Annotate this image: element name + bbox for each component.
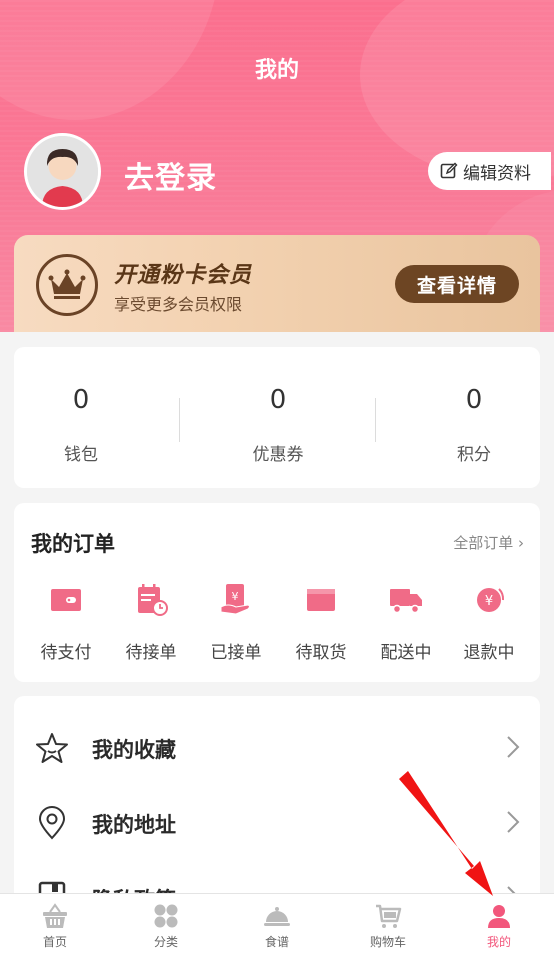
menu-label: 我的地址 — [92, 813, 176, 837]
order-label: 待支付 — [40, 643, 92, 663]
menu-card: 我的收藏 我的地址 隐私政策 — [14, 696, 540, 916]
star-icon — [36, 733, 68, 763]
chevron-right-icon — [507, 736, 520, 758]
hand-receipt-icon: ¥ — [220, 584, 250, 615]
stat-wallet[interactable]: 0 钱包 — [16, 347, 146, 488]
avatar[interactable] — [24, 133, 101, 210]
avatar-icon — [27, 136, 98, 207]
stat-coupons[interactable]: 0 优惠券 — [213, 347, 343, 488]
order-accepted[interactable]: ¥ 已接单 — [193, 581, 279, 671]
grid-icon — [154, 904, 178, 928]
truck-icon — [390, 589, 422, 614]
refund-yen-icon: ¥ — [477, 588, 505, 612]
tab-mine[interactable]: 我的 — [444, 894, 554, 955]
divider — [375, 398, 376, 442]
order-delivering[interactable]: 配送中 — [363, 581, 449, 671]
stat-label: 优惠券 — [252, 445, 304, 465]
edit-profile-label: 编辑资料 — [463, 163, 531, 184]
order-label: 已接单 — [210, 643, 262, 663]
vip-subtitle: 享受更多会员权限 — [114, 295, 243, 314]
tab-label: 分类 — [153, 935, 178, 949]
edit-profile-button[interactable]: 编辑资料 — [428, 152, 551, 190]
divider — [179, 398, 180, 442]
tab-recipes[interactable]: 食谱 — [222, 894, 332, 955]
svg-text:¥: ¥ — [485, 594, 493, 609]
tab-cart[interactable]: 购物车 — [333, 894, 443, 955]
crown-icon — [36, 254, 98, 316]
tab-label: 首页 — [42, 935, 67, 949]
edit-icon — [440, 162, 458, 179]
user-icon — [488, 905, 510, 928]
login-link[interactable]: 去登录 — [124, 153, 217, 197]
page-title: 我的 — [254, 58, 299, 83]
vip-details-button[interactable]: 查看详情 — [395, 265, 519, 303]
orders-title: 我的订单 — [31, 532, 115, 556]
stat-points[interactable]: 0 积分 — [409, 347, 539, 488]
calendar-clock-icon — [138, 584, 168, 616]
basket-icon — [43, 903, 67, 928]
all-orders-link[interactable]: 全部订单 › — [453, 532, 524, 553]
menu-address[interactable]: 我的地址 — [14, 788, 540, 858]
stat-value: 0 — [465, 385, 483, 415]
stat-value: 0 — [269, 385, 287, 415]
svg-text:¥: ¥ — [232, 590, 239, 603]
tab-label: 我的 — [486, 935, 511, 949]
menu-favorites[interactable]: 我的收藏 — [14, 713, 540, 783]
stat-label: 积分 — [457, 445, 491, 465]
menu-label: 我的收藏 — [92, 738, 176, 762]
order-label: 待取货 — [295, 643, 347, 663]
location-pin-icon — [38, 806, 66, 840]
stat-label: 钱包 — [64, 445, 98, 465]
vip-title: 开通粉卡会员 — [114, 263, 253, 288]
order-awaiting-pickup[interactable]: 待取货 — [278, 581, 364, 671]
tab-categories[interactable]: 分类 — [111, 894, 221, 955]
orders-card: 我的订单 全部订单 › 待支付 待接单 ¥ 已接单 待取货 配送中 ¥ 退款中 — [14, 503, 540, 682]
package-icon — [307, 589, 335, 611]
order-pending-payment[interactable]: 待支付 — [23, 581, 109, 671]
order-awaiting-accept[interactable]: 待接单 — [108, 581, 194, 671]
tab-label: 购物车 — [369, 935, 406, 949]
tab-label: 食谱 — [264, 935, 289, 949]
tab-home[interactable]: 首页 — [0, 894, 110, 955]
stat-value: 0 — [72, 385, 90, 415]
stats-card: 0 钱包 0 优惠券 0 积分 — [14, 347, 540, 488]
bottom-tab-bar: 首页 分类 食谱 购物车 我的 — [0, 893, 554, 955]
order-label: 退款中 — [463, 643, 515, 663]
chevron-right-icon — [507, 811, 520, 833]
order-label: 配送中 — [380, 643, 432, 663]
order-refunding[interactable]: ¥ 退款中 — [446, 581, 532, 671]
cloche-icon — [264, 907, 290, 926]
wallet-icon — [51, 589, 81, 611]
cart-icon — [376, 904, 402, 928]
vip-card[interactable]: 开通粉卡会员 享受更多会员权限 查看详情 — [14, 235, 540, 332]
order-label: 待接单 — [125, 643, 177, 663]
